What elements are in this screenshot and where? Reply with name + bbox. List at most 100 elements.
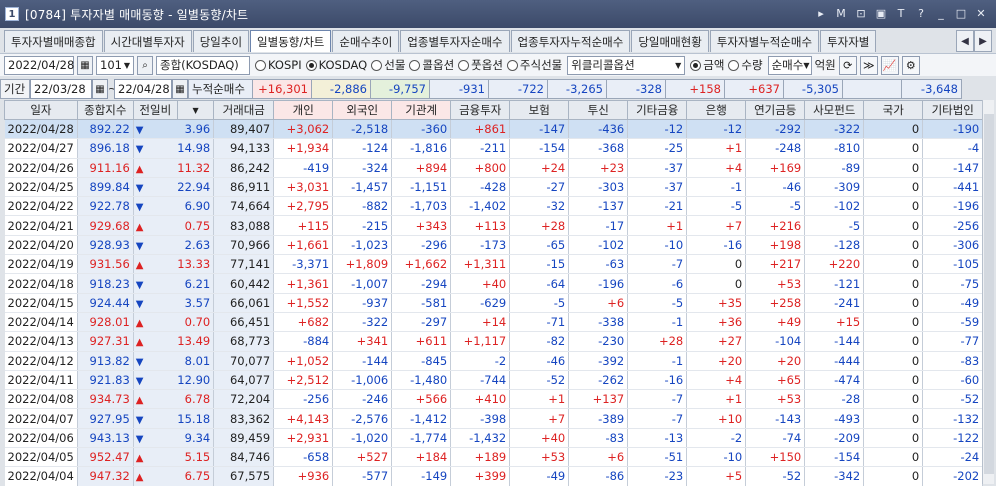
table-row[interactable]: 2022/04/18 918.23 ▼ 6.21 60,442 +1,361 -1,007-… (4, 273, 984, 294)
radio-2[interactable]: 선물 (371, 57, 405, 73)
column-header: 종합지수 (76, 100, 134, 120)
period-from-input[interactable]: 22/03/28 (30, 79, 92, 99)
tab-1[interactable]: 시간대별투자자 (103, 30, 192, 52)
radio-label: 선물 (384, 58, 406, 72)
radio-1[interactable]: KOSDAQ (305, 57, 367, 73)
change-direction-icon: ▼ (135, 240, 144, 252)
investor-value-cell: +216 (745, 215, 806, 236)
chart-icon[interactable]: 📈 (880, 55, 899, 75)
table-row[interactable]: 2022/04/06 943.13 ▼ 9.34 89,459 +2,931 -1,020-… (4, 428, 984, 449)
calendar-icon[interactable]: ▦ (92, 79, 108, 99)
investor-value-cell: +7 (686, 215, 747, 236)
tab-0[interactable]: 투자자별매매종합 (4, 30, 103, 52)
radio-circle-icon (458, 59, 470, 71)
radio-0[interactable]: KOSPI (255, 57, 302, 73)
period-to-input[interactable]: 22/04/28 (114, 79, 172, 99)
table-row[interactable]: 2022/04/04 947.32 ▲ 6.75 67,575 +936 -577 -149 +… (4, 466, 984, 486)
table-row[interactable]: 2022/04/07 927.95 ▼ 15.18 83,362 +4,143 -2,576… (4, 408, 984, 429)
table-row[interactable]: 2022/04/08 934.73 ▲ 6.78 72,204 -256 -246 +566 +… (4, 389, 984, 410)
index-cell: 943.13 (77, 428, 134, 449)
market-radio-group: KOSPI KOSDAQ 선물 콜옵션 풋옵션 주식선물 (253, 57, 564, 73)
screen-icon[interactable]: ▣ (874, 6, 888, 20)
investor-value-cell: -324 (332, 158, 393, 178)
tab-8[interactable]: 투자자별누적순매수 (709, 30, 820, 52)
help-icon[interactable]: ? (914, 6, 928, 20)
trade-type-select[interactable]: 순매수 ▼ (767, 55, 812, 75)
tab-2[interactable]: 당일추이 (192, 30, 250, 52)
settings-icon[interactable]: ⚙ (901, 55, 920, 75)
date-cell: 2022/04/28 (4, 119, 78, 140)
table-row[interactable]: 2022/04/28 892.22 ▼ 3.96 89,407 +3,062 -2,518-… (4, 119, 984, 140)
table-row[interactable]: 2022/04/22 922.78 ▼ 6.90 74,664 +2,795 -882 -1,… (4, 196, 984, 217)
investor-value-cell: +169 (745, 158, 806, 178)
amount-cell: 89,407 (213, 119, 275, 140)
memo-icon[interactable]: M (834, 6, 848, 20)
date-input[interactable]: 2022/04/28 (4, 55, 74, 75)
investor-value-cell: -629 (450, 293, 511, 313)
close-button[interactable]: ✕ (974, 6, 988, 20)
index-cell: 913.82 (77, 351, 134, 371)
table-row[interactable]: 2022/04/25 899.84 ▼ 22.94 86,911 +3,031 -1,457… (4, 177, 984, 198)
investor-value-cell: +1,662 (391, 254, 452, 275)
table-row[interactable]: 2022/04/27 896.18 ▼ 14.98 94,133 +1,934 -124 -1… (4, 138, 984, 159)
table-row[interactable]: 2022/04/20 928.93 ▼ 2.63 70,966 +1,661 -1,023-… (4, 235, 984, 256)
change-cell: 14.98 (177, 138, 215, 159)
table-row[interactable]: 2022/04/11 921.83 ▼ 12.90 64,077 +2,512 -1,006… (4, 370, 984, 391)
tab-9[interactable]: 투자자별 (820, 30, 877, 52)
vertical-scrollbar[interactable] (982, 100, 994, 484)
investor-value-cell: +27 (686, 331, 747, 352)
index-cell: 947.32 (77, 466, 134, 486)
option-select[interactable]: 위클리콜옵션 ▼ (567, 55, 686, 75)
investor-value-cell: -74 (745, 428, 806, 449)
radio-1[interactable]: 수량 (728, 57, 763, 73)
scrollbar-thumb[interactable] (984, 114, 994, 474)
table-row[interactable]: 2022/04/15 924.44 ▼ 3.57 66,061 +1,552 -937 -58… (4, 293, 984, 313)
link-icon[interactable]: ⊡ (854, 6, 868, 20)
tab-4[interactable]: 순매수추이 (332, 30, 400, 52)
radio-0[interactable]: 금액 (690, 57, 724, 73)
table-row[interactable]: 2022/04/21 929.68 ▲ 0.75 83,088 +115 -215 +343 +… (4, 215, 984, 236)
table-row[interactable]: 2022/04/12 913.82 ▼ 8.01 70,077 +1,052 -144 -84… (4, 351, 984, 371)
tab-5[interactable]: 업종별투자자순매수 (400, 30, 510, 52)
maximize-button[interactable]: □ (954, 6, 968, 20)
change-direction-icon: ▲ (135, 472, 144, 484)
arrow-right-icon[interactable]: ▸ (814, 6, 828, 20)
calendar-icon[interactable]: ▦ (77, 55, 93, 75)
investor-value-cell: -52 (745, 466, 806, 486)
investor-value-cell: +1 (686, 389, 747, 410)
tab-6[interactable]: 업종투자자누적순매수 (510, 30, 631, 52)
next-icon[interactable]: ≫ (859, 55, 878, 75)
refresh-icon[interactable]: ⟳ (838, 55, 857, 75)
tab-3[interactable]: 일별동향/차트 (250, 30, 332, 52)
tab-7[interactable]: 당일매매현황 (631, 30, 709, 52)
font-size-icon[interactable]: T (894, 6, 908, 20)
table-row[interactable]: 2022/04/19 931.56 ▲ 13.33 77,141 -3,371 +1,809… (4, 254, 984, 275)
tab-scroll-right-icon[interactable]: ▶ (974, 30, 992, 52)
investor-value-cell: -360 (391, 119, 452, 140)
market-code-select[interactable]: 101 ▼ (96, 55, 134, 75)
table-row[interactable]: 2022/04/14 928.01 ▲ 0.70 66,451 +682 -322 -297 +… (4, 312, 984, 333)
calendar-icon[interactable]: ▦ (172, 79, 188, 99)
investor-value-cell: -21 (627, 196, 688, 217)
table-row[interactable]: 2022/04/05 952.47 ▲ 5.15 84,746 -658 +527 +184 +… (4, 447, 984, 468)
table-row[interactable]: 2022/04/26 911.16 ▲ 11.32 86,242 -419 -324 +894… (4, 158, 984, 178)
minimize-button[interactable]: _ (934, 6, 948, 20)
change-cell: 8.01 (177, 351, 215, 371)
date-cell: 2022/04/06 (4, 428, 78, 449)
radio-5[interactable]: 주식선물 (506, 57, 562, 73)
amount-cell: 70,077 (213, 351, 275, 371)
tab-scroll-left-icon[interactable]: ◀ (956, 30, 974, 52)
investor-value-cell: -262 (568, 370, 629, 391)
unit-radio-group: 금액 수량 (688, 57, 764, 73)
triangle-up-icon: ▲ (133, 254, 178, 275)
radio-3[interactable]: 콜옵션 (409, 57, 454, 73)
sort-chevron-icon[interactable]: ▼ (176, 100, 215, 120)
amount-cell: 94,133 (213, 138, 275, 159)
table-row[interactable]: 2022/04/13 927.31 ▲ 13.49 68,773 -884 +341 +611… (4, 331, 984, 352)
investor-value-cell: -102 (568, 235, 629, 256)
investor-value-cell: -1,007 (332, 273, 393, 294)
investor-value-cell: -256 (922, 215, 984, 236)
radio-4[interactable]: 풋옵션 (458, 57, 503, 73)
search-icon[interactable]: ⌕ (137, 55, 153, 75)
change-direction-icon: ▼ (135, 433, 144, 445)
